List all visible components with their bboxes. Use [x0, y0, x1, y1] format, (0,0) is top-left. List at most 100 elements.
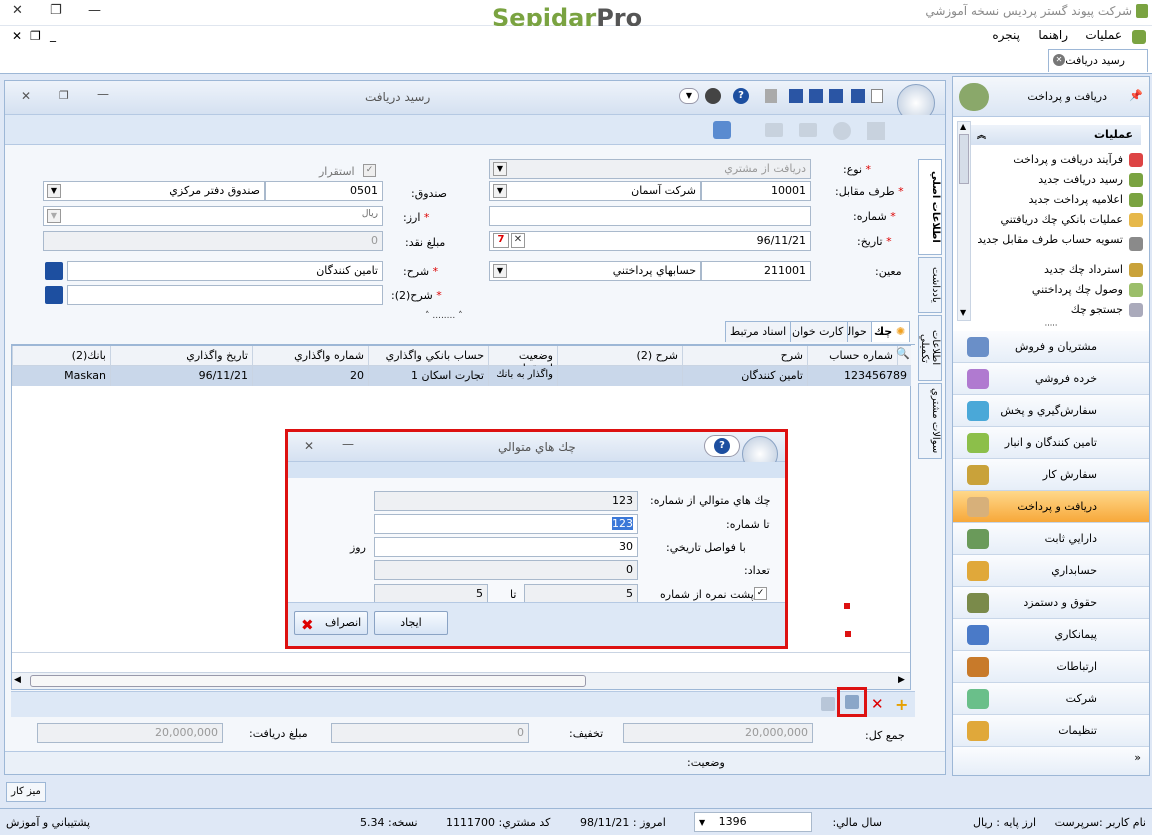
tab-customer-questions[interactable]: سوالات مشتري — [918, 383, 942, 459]
op-new-payment[interactable]: اعلاميه پرداخت جديد — [973, 193, 1123, 206]
type-field[interactable]: دريافت از مشتري — [489, 159, 811, 179]
desc2-save-icon[interactable] — [45, 286, 63, 304]
interval-field[interactable]: 30 — [374, 537, 638, 557]
splitter-handle[interactable]: ˄ ........ ˄ — [425, 311, 463, 321]
minimize-window-icon[interactable]: — — [88, 3, 101, 18]
module-item[interactable]: شركت — [953, 683, 1149, 715]
box-dropdown-icon[interactable]: ▼ — [47, 184, 61, 198]
grid-cell-transfer-date[interactable]: 96/11/21 — [110, 366, 252, 386]
back-number-checkbox[interactable]: ✓ — [754, 587, 767, 600]
box-code-field[interactable]: 0501 — [265, 181, 383, 201]
grid-header-bank2[interactable]: بانك(2) — [12, 346, 110, 366]
box-name-field[interactable]: صندوق دفتر مرکزي — [43, 181, 265, 201]
save-as-icon[interactable] — [851, 89, 865, 103]
module-item[interactable]: تنظيمات — [953, 715, 1149, 747]
grid-header-transfer-no[interactable]: شماره واگذاري — [252, 346, 368, 366]
account-dropdown-icon[interactable]: ▼ — [493, 264, 507, 278]
currency-dropdown-icon[interactable]: ▼ — [47, 209, 61, 223]
desktop-button[interactable]: ميز كار — [6, 782, 46, 802]
counterparty-code-field[interactable]: 10001 — [701, 181, 811, 201]
tab-extra-info[interactable]: اطلاعات تكميلي — [918, 315, 942, 381]
op-check-search[interactable]: جستجو چك — [973, 303, 1123, 316]
child-close-icon[interactable]: ✕ — [12, 29, 22, 43]
number-field[interactable] — [489, 206, 811, 226]
ops-scroll-thumb[interactable] — [959, 134, 969, 184]
module-item[interactable]: تامين كنندگان و انبار — [953, 427, 1149, 459]
restore-window-icon[interactable]: ❐ — [50, 3, 62, 18]
more-modules-button[interactable]: » — [953, 747, 1149, 775]
panel-splitter[interactable]: ····· — [953, 322, 1149, 331]
new-document-icon[interactable] — [871, 89, 883, 103]
save-close-icon[interactable] — [809, 89, 823, 103]
dropdown-icon[interactable]: ▼ — [679, 88, 699, 104]
grid-header-transfer-date[interactable]: تاريخ واگذاري — [110, 346, 252, 366]
grid-header-bank-account[interactable]: حساب بانكي واگذاري — [368, 346, 488, 366]
add-row-icon[interactable]: + — [895, 695, 908, 714]
fiscal-year-select[interactable]: ▼ 1396 — [694, 812, 812, 832]
save-new-icon[interactable] — [829, 89, 843, 103]
account-code-field[interactable]: 211001 — [701, 261, 811, 281]
dialog-help-button[interactable]: ? — [704, 435, 740, 457]
grid-cell-account[interactable]: 123456789 — [807, 366, 911, 386]
tab-receipt[interactable]: رسيد دريافت ✕ — [1048, 49, 1148, 72]
grid-search-icon[interactable]: 🔍 — [896, 346, 911, 366]
grid-new-row[interactable] — [12, 652, 910, 672]
module-item[interactable]: پيمانكاري — [953, 619, 1149, 651]
tab-check[interactable]: ✺ چك — [869, 321, 911, 342]
counterparty-name-field[interactable]: شرکت آسمان — [489, 181, 701, 201]
module-item[interactable]: دريافت و پرداخت — [953, 491, 1149, 523]
form-close-icon[interactable]: ✕ — [21, 89, 31, 103]
to-number-field[interactable]: 123 — [374, 514, 638, 534]
module-item[interactable]: حسابداري — [953, 555, 1149, 587]
module-item[interactable]: دارايي ثابت — [953, 523, 1149, 555]
op-new-receipt[interactable]: رسيد دريافت جديد — [973, 173, 1123, 186]
grid-cell-desc2[interactable] — [557, 366, 682, 386]
delete-row-icon[interactable]: ✕ — [871, 695, 884, 713]
tab-main-info[interactable]: اطلاعات اصلي — [918, 159, 942, 255]
previous-icon[interactable] — [765, 123, 783, 137]
close-window-icon[interactable]: ✕ — [12, 3, 23, 18]
calendar-icon[interactable]: 7 — [493, 233, 509, 248]
horizontal-scrollbar[interactable]: ◀ ▶ — [12, 672, 910, 689]
menu-help[interactable]: راهنما — [1038, 28, 1068, 42]
save-icon[interactable] — [789, 89, 803, 103]
op-bank-operations[interactable]: عمليات بانكي چك دريافتني — [973, 213, 1123, 226]
sequential-checks-button[interactable] — [837, 687, 867, 717]
op-check-collect[interactable]: وصول چك پرداختني — [973, 283, 1123, 296]
module-item[interactable]: سفارش كار — [953, 459, 1149, 491]
currency-field[interactable]: ريال — [43, 206, 383, 226]
operations-header[interactable]: عمليات ︽ — [971, 125, 1141, 145]
account-name-field[interactable]: حسابهاي پرداختني — [489, 261, 701, 281]
copy-row-icon[interactable] — [821, 697, 835, 711]
ops-scrollbar[interactable]: ▲ ▼ — [957, 121, 971, 321]
date-field[interactable]: 96/11/21 — [489, 231, 811, 251]
collapse-icon[interactable]: ︽ — [977, 128, 986, 141]
tab-related-docs[interactable]: اسناد مرتبط — [725, 321, 792, 342]
dialog-minimize-icon[interactable]: — — [342, 437, 354, 451]
scroll-thumb[interactable] — [30, 675, 586, 687]
clear-date-icon[interactable]: ✕ — [511, 233, 525, 248]
ops-scroll-down-icon[interactable]: ▼ — [960, 308, 966, 317]
back-from-field[interactable]: 5 — [524, 584, 638, 604]
op-process[interactable]: فرآيند دريافت و پرداخت — [973, 153, 1123, 166]
create-button[interactable]: ايجاد — [374, 611, 448, 635]
module-item[interactable]: سفارش‌گيري و پخش — [953, 395, 1149, 427]
ops-scroll-up-icon[interactable]: ▲ — [960, 122, 966, 131]
form-minimize-icon[interactable]: — — [97, 87, 109, 101]
module-item[interactable]: خرده فروشي — [953, 363, 1149, 395]
desc2-field[interactable] — [67, 285, 383, 305]
scroll-right-icon[interactable]: ▶ — [898, 675, 905, 685]
module-item[interactable]: حقوق و دستمزد — [953, 587, 1149, 619]
coins-icon[interactable] — [713, 121, 731, 139]
op-check-return[interactable]: استرداد چك جديد — [973, 263, 1123, 276]
print-icon[interactable] — [765, 89, 777, 103]
next-icon[interactable] — [799, 123, 817, 137]
options-icon[interactable] — [705, 88, 721, 104]
back-to-field[interactable]: 5 — [374, 584, 488, 604]
desc-field[interactable]: تامين كنندگان — [67, 261, 383, 281]
dialog-close-icon[interactable]: ✕ — [304, 439, 314, 453]
tab-notes[interactable]: يادداشت — [918, 257, 942, 313]
desc-save-icon[interactable] — [45, 262, 63, 280]
grid-header-status[interactable]: وضعيت استقرار — [488, 346, 557, 375]
grid-cell-transfer-no[interactable]: 20 — [252, 366, 368, 386]
